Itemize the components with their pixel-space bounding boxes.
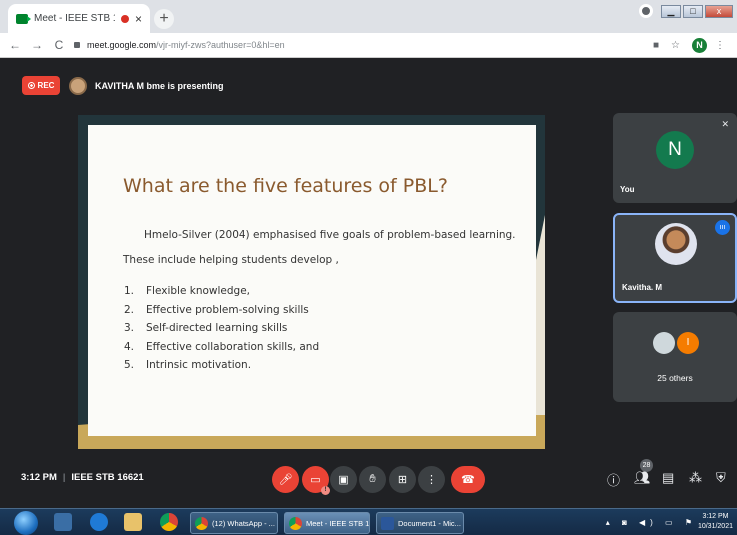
meeting-time: 3:12 PM bbox=[21, 472, 57, 483]
media-player-icon[interactable] bbox=[54, 513, 72, 531]
present-icon: ⊞ bbox=[397, 474, 408, 486]
lock-icon bbox=[74, 42, 80, 48]
close-window-button[interactable]: x bbox=[705, 4, 733, 18]
tab-close-button[interactable]: × bbox=[135, 12, 142, 26]
windows-taskbar: (12) WhatsApp - ... Meet - IEEE STB 1...… bbox=[0, 508, 737, 535]
recording-dot-icon bbox=[120, 14, 129, 23]
kavitha-photo bbox=[655, 223, 697, 265]
camera-toggle-button[interactable]: ▭! bbox=[302, 466, 330, 495]
host-controls-icon[interactable]: ⛨ bbox=[716, 470, 726, 486]
internet-explorer-icon[interactable] bbox=[90, 513, 108, 531]
people-icon[interactable]: 👥︎ bbox=[634, 470, 651, 486]
url-host: meet.google.com bbox=[87, 40, 157, 50]
taskbar-whatsapp[interactable]: (12) WhatsApp - ... bbox=[190, 512, 278, 534]
participant-name: Kavitha. M bbox=[622, 283, 663, 292]
window-controls: ▁ □ x bbox=[639, 4, 733, 18]
list-item: 2. Effective problem-solving skills bbox=[124, 303, 309, 316]
taskbar-word[interactable]: Document1 - Mic... bbox=[376, 512, 464, 534]
rec-label: REC bbox=[37, 81, 55, 90]
bookmark-star-icon[interactable]: ☆ bbox=[671, 40, 680, 51]
activities-icon[interactable]: ⁂ bbox=[689, 470, 702, 486]
meeting-info-icon[interactable]: ⓘ bbox=[607, 470, 620, 489]
participant-tile-others[interactable]: I 25 others bbox=[613, 312, 737, 402]
browser-tab-strip: Meet - IEEE STB 16621 × + ▁ □ x bbox=[0, 0, 737, 33]
recording-badge[interactable]: REC bbox=[22, 76, 60, 95]
url-field[interactable]: meet.google.com/vjr-miyf-zws?authuser=0&… bbox=[74, 36, 653, 55]
you-avatar: N bbox=[656, 131, 694, 169]
maximize-button[interactable]: □ bbox=[683, 4, 703, 18]
chrome-icon[interactable] bbox=[160, 513, 178, 531]
other-avatar: I bbox=[677, 332, 699, 354]
camera-indicator-icon[interactable]: ■ bbox=[653, 40, 659, 51]
forward-button[interactable]: → bbox=[30, 38, 44, 52]
record-icon bbox=[27, 82, 35, 89]
meeting-details: 3:12 PM | IEEE STB 16621 bbox=[21, 472, 144, 483]
word-icon bbox=[381, 516, 394, 530]
slide-content: What are the five features of PBL? Hmelo… bbox=[88, 125, 536, 436]
more-vert-icon: ⋮ bbox=[426, 474, 437, 486]
system-clock[interactable]: 3:12 PM 10/31/2021 bbox=[698, 512, 733, 532]
list-item: 5. Intrinsic motivation. bbox=[124, 359, 252, 371]
chat-icon[interactable]: ▤ bbox=[662, 470, 674, 486]
start-button[interactable] bbox=[14, 511, 38, 535]
chrome-icon bbox=[195, 516, 208, 530]
file-explorer-icon[interactable] bbox=[124, 513, 142, 531]
screen: Meet - IEEE STB 16621 × + ▁ □ x ← → C me… bbox=[0, 0, 737, 535]
slide-title: What are the five features of PBL? bbox=[123, 175, 448, 197]
menu-kebab-icon[interactable]: ⋮ bbox=[715, 40, 725, 51]
participant-tile-you[interactable]: ✕ N You bbox=[613, 113, 737, 203]
leave-call-button[interactable]: ☎︎ bbox=[451, 466, 485, 493]
others-count: 25 others bbox=[657, 373, 693, 383]
list-item: 3. Self-directed learning skills bbox=[124, 322, 288, 334]
slide-lead: These include helping students develop , bbox=[123, 254, 339, 266]
list-item: 1. Flexible knowledge, bbox=[124, 285, 250, 297]
mic-off-icon: 🎤︎ bbox=[278, 474, 293, 486]
presenter-text: KAVITHA M bme is presenting bbox=[95, 80, 224, 91]
hand-icon: ✋︎ bbox=[369, 473, 376, 485]
present-now-button[interactable]: ⊞ bbox=[389, 466, 416, 493]
slide-list: 1. Flexible knowledge, 2. Effective proble… bbox=[124, 285, 319, 378]
list-item: 4. Effective collaboration skills, and bbox=[124, 340, 320, 353]
chrome-profile-icon[interactable] bbox=[639, 4, 653, 18]
presenter-banner: KAVITHA M bme is presenting bbox=[69, 74, 224, 97]
taskbar-meet[interactable]: Meet - IEEE STB 1... bbox=[284, 512, 370, 534]
speaking-indicator-icon: ııı bbox=[715, 220, 730, 235]
browser-tab[interactable]: Meet - IEEE STB 16621 × bbox=[8, 4, 150, 33]
back-button[interactable]: ← bbox=[8, 38, 22, 52]
tab-title: Meet - IEEE STB 16621 bbox=[34, 13, 115, 24]
raise-hand-button[interactable]: ✋︎ bbox=[359, 466, 386, 493]
chrome-icon bbox=[289, 516, 302, 530]
captions-button[interactable]: ▣ bbox=[330, 466, 357, 493]
reload-button[interactable]: C bbox=[52, 38, 66, 52]
url-path: /vjr-miyf-zws?authuser=0&hl=en bbox=[156, 40, 285, 50]
warning-badge-icon: ! bbox=[321, 486, 330, 495]
meet-favicon-icon bbox=[16, 13, 31, 24]
system-tray[interactable]: ▴ ◙ ◀) ▭ ⚑ bbox=[606, 518, 697, 527]
slide-intro: Hmelo-Silver (2004) emphasised five goal… bbox=[144, 229, 516, 241]
minimize-button[interactable]: ▁ bbox=[661, 4, 681, 18]
captions-icon: ▣ bbox=[338, 474, 349, 486]
other-avatar bbox=[653, 332, 675, 354]
more-options-button[interactable]: ⋮ bbox=[418, 466, 445, 493]
meeting-code: IEEE STB 16621 bbox=[71, 472, 144, 483]
hang-up-icon: ☎︎ bbox=[461, 474, 475, 486]
mic-off-icon: ✕ bbox=[721, 119, 729, 129]
profile-avatar[interactable]: N bbox=[692, 37, 707, 53]
participant-tile-kavitha[interactable]: ııı Kavitha. M bbox=[613, 213, 737, 303]
mic-toggle-button[interactable]: 🎤︎ bbox=[272, 466, 299, 493]
address-bar: ← → C meet.google.com/vjr-miyf-zws?authu… bbox=[0, 33, 737, 58]
camera-off-icon: ▭ bbox=[310, 474, 321, 486]
presenter-avatar bbox=[69, 76, 87, 95]
new-tab-button[interactable]: + bbox=[154, 9, 174, 29]
participant-name: You bbox=[620, 185, 635, 194]
